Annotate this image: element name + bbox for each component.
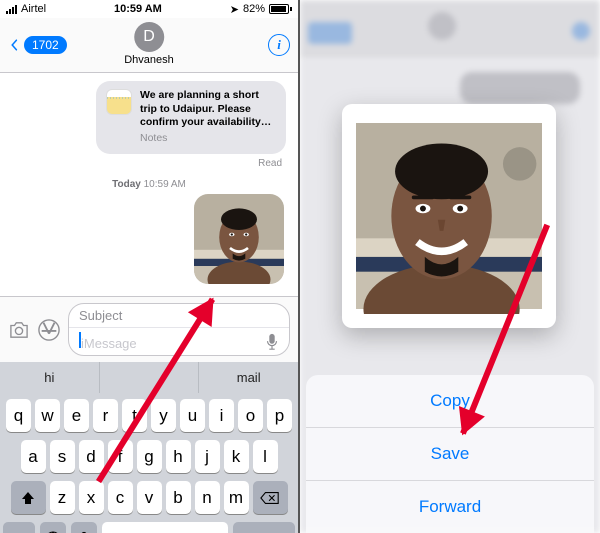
key-y[interactable]: y xyxy=(151,399,176,432)
key-o[interactable]: o xyxy=(238,399,263,432)
status-bar: Airtel 10:59 AM ➤ 82% xyxy=(0,0,298,18)
key-u[interactable]: u xyxy=(180,399,205,432)
message-input-area: Subject iMessage xyxy=(0,296,298,362)
note-text: We are planning a short trip to Udaipur.… xyxy=(140,89,276,130)
key-z[interactable]: z xyxy=(50,481,75,514)
apps-icon[interactable] xyxy=(38,319,60,341)
key-f[interactable]: f xyxy=(108,440,133,473)
globe-key[interactable] xyxy=(40,522,66,533)
avatar: D xyxy=(134,22,164,52)
chevron-left-icon xyxy=(8,39,20,51)
key-r[interactable]: r xyxy=(93,399,118,432)
nav-bar: 1702 D Dhvanesh i xyxy=(0,18,298,73)
signal-icon xyxy=(6,5,17,14)
key-e[interactable]: e xyxy=(64,399,89,432)
read-receipt: Read xyxy=(0,156,298,171)
key-p[interactable]: p xyxy=(267,399,292,432)
key-d[interactable]: d xyxy=(79,440,104,473)
image-preview-card xyxy=(342,104,556,328)
action-sheet: Copy Save Forward xyxy=(306,375,594,533)
message-input[interactable]: iMessage xyxy=(69,328,289,355)
messages-screen: Airtel 10:59 AM ➤ 82% 1702 D Dhvanesh i … xyxy=(0,0,300,533)
mic-icon[interactable] xyxy=(265,333,279,351)
sent-image-content xyxy=(194,194,284,284)
sent-image-bubble[interactable] xyxy=(194,194,284,284)
back-button[interactable]: 1702 xyxy=(8,36,67,54)
suggestion-2[interactable] xyxy=(100,362,200,393)
key-k[interactable]: k xyxy=(224,440,249,473)
key-l[interactable]: l xyxy=(253,440,278,473)
note-app-label: Notes xyxy=(140,132,276,146)
backspace-key[interactable] xyxy=(253,481,288,514)
key-h[interactable]: h xyxy=(166,440,191,473)
key-i[interactable]: i xyxy=(209,399,234,432)
keyboard: q w e r t y u i o p a s d f g h j k l z xyxy=(0,393,298,533)
key-w[interactable]: w xyxy=(35,399,60,432)
key-j[interactable]: j xyxy=(195,440,220,473)
camera-icon[interactable] xyxy=(8,321,30,339)
status-time: 10:59 AM xyxy=(114,3,162,15)
copy-action[interactable]: Copy xyxy=(306,375,594,428)
space-key[interactable]: space xyxy=(102,522,228,533)
carrier-label: Airtel xyxy=(21,3,46,15)
subject-input[interactable]: Subject xyxy=(69,304,289,328)
preview-image-content xyxy=(356,118,542,314)
key-g[interactable]: g xyxy=(137,440,162,473)
key-s[interactable]: s xyxy=(50,440,75,473)
key-x[interactable]: x xyxy=(79,481,104,514)
key-v[interactable]: v xyxy=(137,481,162,514)
info-button[interactable]: i xyxy=(268,34,290,56)
shift-key[interactable] xyxy=(11,481,46,514)
note-attachment-bubble[interactable]: We are planning a short trip to Udaipur.… xyxy=(96,81,286,154)
timestamp: Today 10:59 AM xyxy=(0,179,298,190)
suggestion-3[interactable]: mail xyxy=(199,362,298,393)
return-key[interactable]: return xyxy=(233,522,295,533)
key-b[interactable]: b xyxy=(166,481,191,514)
key-t[interactable]: t xyxy=(122,399,147,432)
notes-app-icon xyxy=(106,89,132,115)
forward-action[interactable]: Forward xyxy=(306,481,594,533)
backspace-icon xyxy=(260,491,280,505)
battery-pct: 82% xyxy=(243,3,265,15)
location-icon: ➤ xyxy=(230,3,239,16)
action-menu-screen: Copy Save Forward xyxy=(300,0,600,533)
suggestion-1[interactable]: hi xyxy=(0,362,100,393)
suggestion-bar: hi mail xyxy=(0,362,298,393)
key-n[interactable]: n xyxy=(195,481,220,514)
unread-badge: 1702 xyxy=(24,36,67,54)
battery-icon xyxy=(269,4,292,14)
dictation-key[interactable] xyxy=(71,522,97,533)
shift-icon xyxy=(20,490,36,506)
key-q[interactable]: q xyxy=(6,399,31,432)
save-action[interactable]: Save xyxy=(306,428,594,481)
contact-name: Dhvanesh xyxy=(124,54,174,66)
key-c[interactable]: c xyxy=(108,481,133,514)
key-a[interactable]: a xyxy=(21,440,46,473)
conversation-area[interactable]: We are planning a short trip to Udaipur.… xyxy=(0,81,298,296)
numbers-key[interactable]: 123 xyxy=(3,522,35,533)
key-m[interactable]: m xyxy=(224,481,249,514)
contact-header[interactable]: D Dhvanesh xyxy=(124,22,174,66)
